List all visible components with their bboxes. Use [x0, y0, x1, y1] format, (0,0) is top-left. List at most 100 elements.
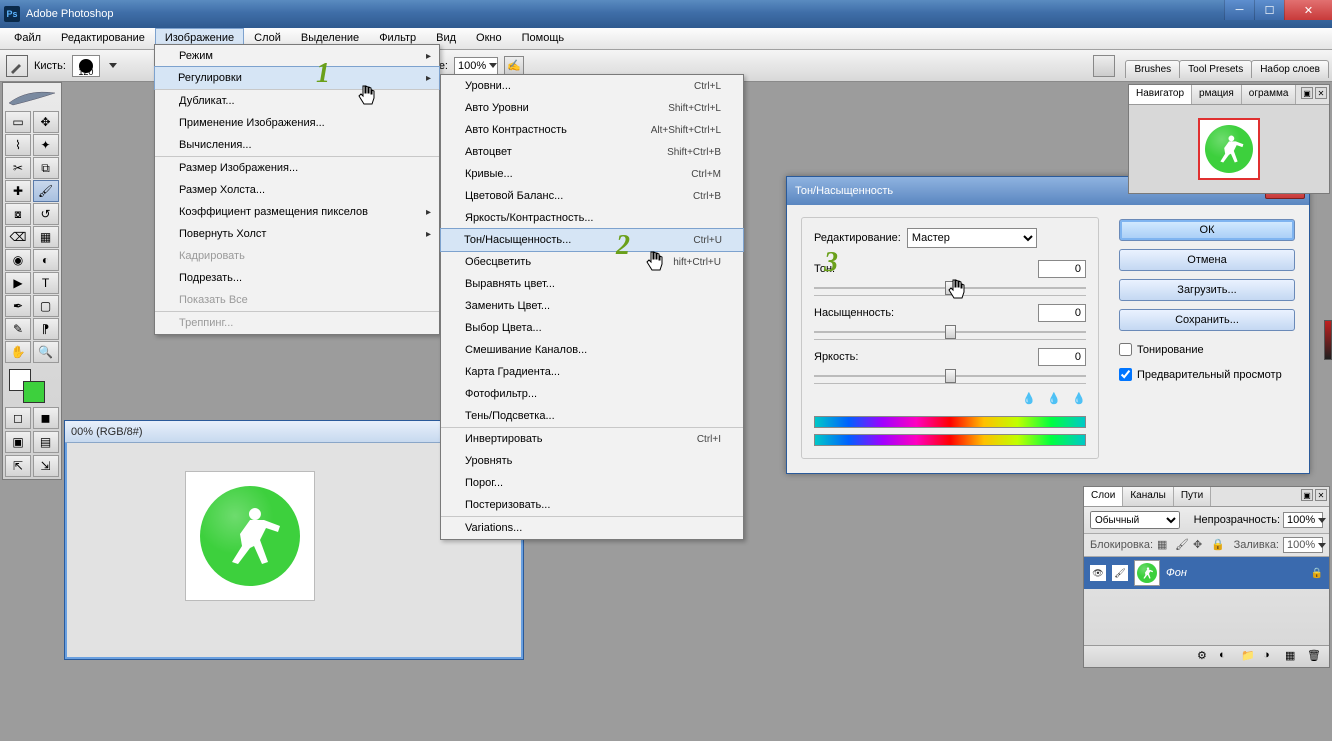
- marquee-tool[interactable]: ▭: [5, 111, 31, 133]
- type-tool[interactable]: T: [33, 272, 59, 294]
- menu-item[interactable]: Variations...: [441, 516, 743, 539]
- menu-item[interactable]: Обесцветитьhift+Ctrl+U: [441, 251, 743, 273]
- menu-item[interactable]: Выравнять цвет...: [441, 273, 743, 295]
- lock-paint-icon[interactable]: 🖌: [1175, 538, 1189, 552]
- panel-close-icon[interactable]: ✕: [1315, 489, 1327, 501]
- slice-tool[interactable]: ⧉: [33, 157, 59, 179]
- menu-item[interactable]: АвтоцветShift+Ctrl+B: [441, 141, 743, 163]
- brush-preview[interactable]: 120: [72, 55, 100, 77]
- menu-помощь[interactable]: Помощь: [512, 28, 575, 49]
- screenmode-std-icon[interactable]: ▣: [5, 431, 31, 453]
- eraser-tool[interactable]: ⌫: [5, 226, 31, 248]
- dock-tab[interactable]: Tool Presets: [1179, 60, 1252, 78]
- load-button[interactable]: Загрузить...: [1119, 279, 1295, 301]
- shape-tool[interactable]: ▢: [33, 295, 59, 317]
- flow-value[interactable]: 100%: [454, 57, 498, 75]
- panel-tab[interactable]: Каналы: [1123, 487, 1174, 506]
- hue-input[interactable]: [1038, 260, 1086, 278]
- menu-item[interactable]: Режим: [155, 45, 439, 67]
- slider-thumb-icon[interactable]: [945, 369, 956, 383]
- panel-tab[interactable]: Навигатор: [1129, 85, 1192, 104]
- screenmode-full-icon[interactable]: ▤: [33, 431, 59, 453]
- lightness-input[interactable]: [1038, 348, 1086, 366]
- menu-item[interactable]: Применение Изображения...: [155, 112, 439, 134]
- menu-item[interactable]: Вычисления...: [155, 134, 439, 156]
- menu-item[interactable]: Яркость/Контрастность...: [441, 207, 743, 229]
- trash-icon[interactable]: 🗑: [1307, 649, 1323, 665]
- menu-item[interactable]: Цветовой Баланс...Ctrl+B: [441, 185, 743, 207]
- lasso-tool[interactable]: ⌇: [5, 134, 31, 156]
- panel-tab[interactable]: ограмма: [1242, 85, 1297, 104]
- canvas[interactable]: [185, 471, 315, 601]
- adjust-icon[interactable]: ◑: [1263, 649, 1279, 665]
- heal-tool[interactable]: ✚: [5, 180, 31, 202]
- colorize-checkbox[interactable]: Тонирование: [1119, 343, 1295, 356]
- move-tool[interactable]: ✥: [33, 111, 59, 133]
- brush-tool[interactable]: 🖌: [33, 180, 59, 202]
- zoom-tool[interactable]: 🔍: [33, 341, 59, 363]
- wand-tool[interactable]: ✦: [33, 134, 59, 156]
- panel-tab[interactable]: Слои: [1084, 487, 1123, 506]
- menu-item[interactable]: Коэффициент размещения пикселов: [155, 201, 439, 223]
- menu-item[interactable]: Смешивание Каналов...: [441, 339, 743, 361]
- opacity-input[interactable]: 100%: [1283, 512, 1323, 528]
- dock-tab[interactable]: Brushes: [1125, 60, 1180, 78]
- hand-tool[interactable]: ✋: [5, 341, 31, 363]
- folder-icon[interactable]: 📁: [1241, 649, 1257, 665]
- path-select-tool[interactable]: ▶: [5, 272, 31, 294]
- menu-item[interactable]: ИнвертироватьCtrl+I: [441, 427, 743, 450]
- fx-icon[interactable]: ⚙: [1197, 649, 1213, 665]
- brush-dropdown-icon[interactable]: [109, 63, 117, 68]
- preview-checkbox[interactable]: Предварительный просмотр: [1119, 368, 1295, 381]
- menu-файл[interactable]: Файл: [4, 28, 51, 49]
- save-button[interactable]: Сохранить...: [1119, 309, 1295, 331]
- minimize-button[interactable]: ─: [1224, 0, 1254, 20]
- panel-min-icon[interactable]: ▣: [1301, 489, 1313, 501]
- cancel-button[interactable]: Отмена: [1119, 249, 1295, 271]
- background-color[interactable]: [23, 381, 45, 403]
- blend-mode-select[interactable]: Обычный: [1090, 511, 1180, 529]
- edit-select[interactable]: Мастер: [907, 228, 1037, 248]
- lock-trans-icon[interactable]: ▦: [1157, 538, 1171, 552]
- navigator-thumbnail[interactable]: [1198, 118, 1260, 180]
- fill-input[interactable]: 100%: [1283, 537, 1323, 553]
- eyedropper-icon[interactable]: 💧: [1018, 392, 1036, 410]
- layer-row[interactable]: 👁 🖌 Фон 🔒: [1084, 557, 1329, 589]
- tool-preset-icon[interactable]: [6, 55, 28, 77]
- saturation-slider[interactable]: [814, 324, 1086, 340]
- jump-to-icon[interactable]: ⇱: [5, 455, 31, 477]
- menu-item[interactable]: Постеризовать...: [441, 494, 743, 516]
- menu-item[interactable]: Выбор Цвета...: [441, 317, 743, 339]
- dodge-tool[interactable]: ◐: [33, 249, 59, 271]
- eyedropper-sub-icon[interactable]: 💧: [1068, 392, 1086, 410]
- ok-button[interactable]: OК: [1119, 219, 1295, 241]
- quickmask-on-icon[interactable]: ◼: [33, 407, 59, 429]
- quickmask-off-icon[interactable]: ◻: [5, 407, 31, 429]
- link-icon[interactable]: 🖌: [1112, 565, 1128, 581]
- panel-min-icon[interactable]: ▣: [1301, 87, 1313, 99]
- menu-item[interactable]: Фотофильтр...: [441, 383, 743, 405]
- airbrush-icon[interactable]: ✍: [504, 56, 524, 76]
- layer-thumbnail[interactable]: [1134, 560, 1160, 586]
- jump-to-icon-2[interactable]: ⇲: [33, 455, 59, 477]
- menu-item[interactable]: Размер Холста...: [155, 179, 439, 201]
- menu-item[interactable]: Кривые...Ctrl+M: [441, 163, 743, 185]
- menu-item[interactable]: Дубликат...: [155, 89, 439, 112]
- menu-item[interactable]: Карта Градиента...: [441, 361, 743, 383]
- lock-all-icon[interactable]: 🔒: [1211, 538, 1225, 552]
- menu-item[interactable]: Авто КонтрастностьAlt+Shift+Ctrl+L: [441, 119, 743, 141]
- eyedropper-add-icon[interactable]: 💧: [1043, 392, 1061, 410]
- panel-tab[interactable]: Пути: [1174, 487, 1211, 506]
- lock-pos-icon[interactable]: ✥: [1193, 538, 1207, 552]
- menu-item[interactable]: Размер Изображения...: [155, 156, 439, 179]
- menu-item[interactable]: Тон/Насыщенность...Ctrl+U: [440, 228, 744, 252]
- saturation-input[interactable]: [1038, 304, 1086, 322]
- menu-item[interactable]: Порог...: [441, 472, 743, 494]
- menu-item[interactable]: Уровни...Ctrl+L: [441, 75, 743, 97]
- palette-well-icon[interactable]: [1093, 55, 1115, 77]
- gradient-tool[interactable]: ▦: [33, 226, 59, 248]
- stamp-tool[interactable]: ⧇: [5, 203, 31, 225]
- menu-item[interactable]: Повернуть Холст: [155, 223, 439, 245]
- menu-item[interactable]: Авто УровниShift+Ctrl+L: [441, 97, 743, 119]
- menu-item[interactable]: Уровнять: [441, 450, 743, 472]
